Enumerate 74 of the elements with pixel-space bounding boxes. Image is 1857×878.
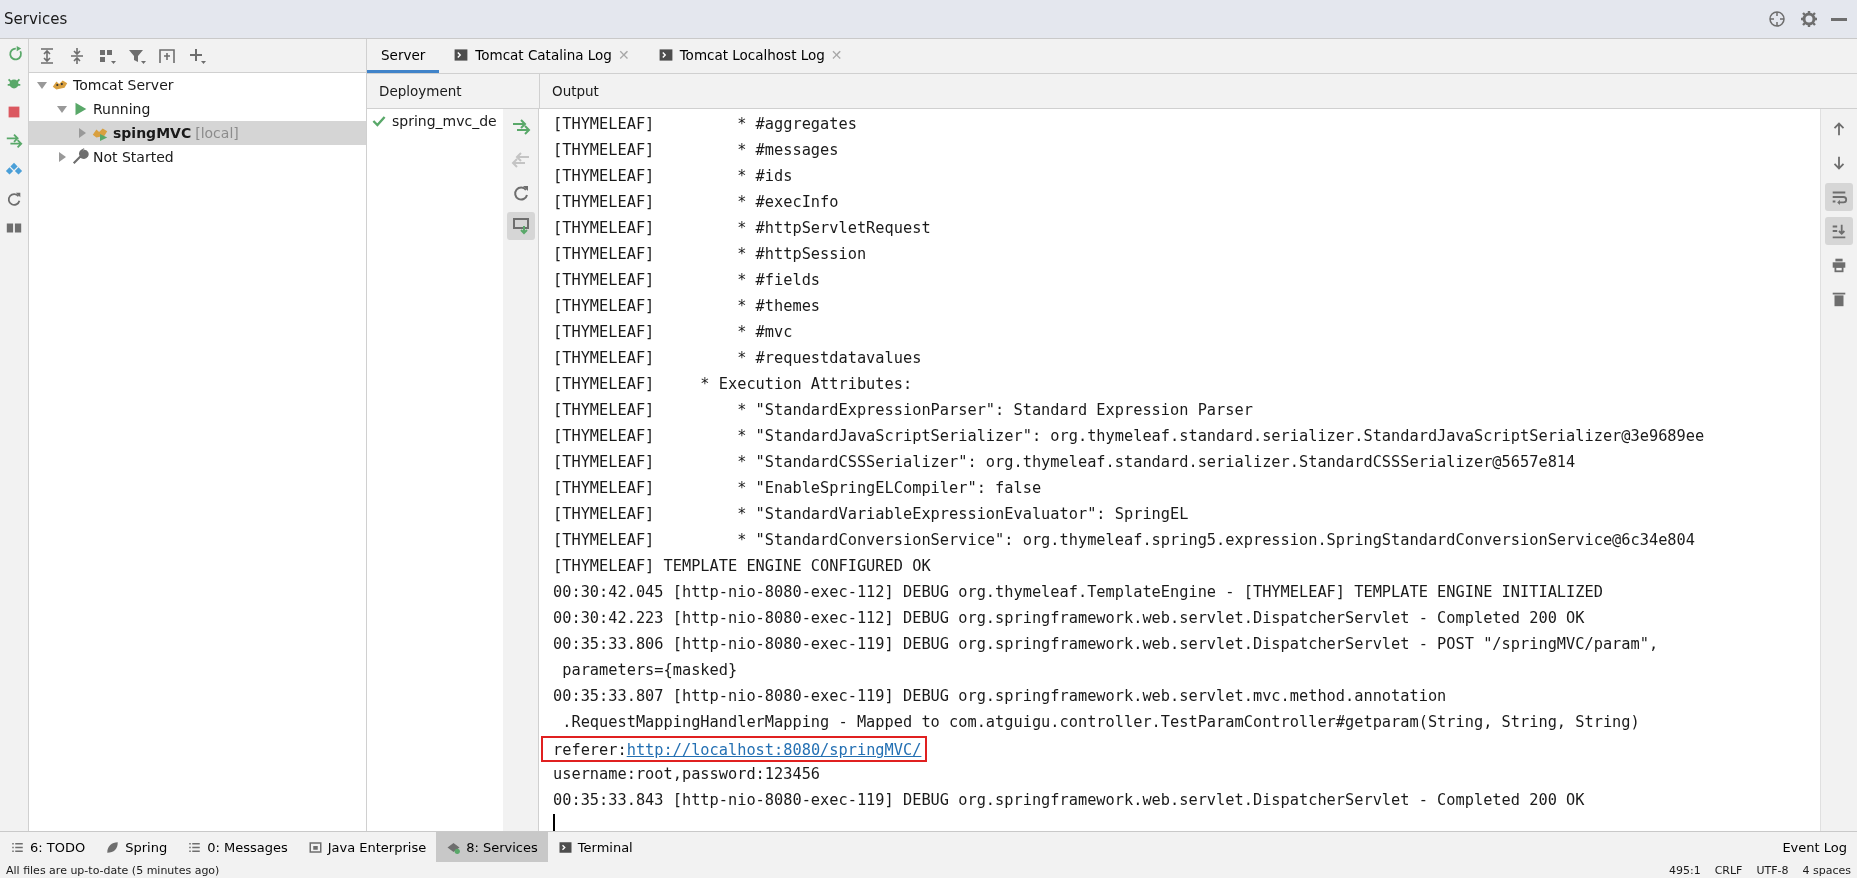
expand-arrow-icon[interactable] bbox=[37, 80, 47, 90]
window-arrow-icon bbox=[510, 216, 531, 236]
expand-arrow-icon[interactable] bbox=[57, 152, 67, 162]
log-line: 00:35:33.807 [http-nio-8080-exec-119] DEBUG org.springframework.web.servlet.mvc.method.annotation bbox=[553, 686, 1447, 707]
panel-title: Services bbox=[4, 10, 69, 28]
event-log-button[interactable]: Event Log bbox=[1772, 832, 1857, 862]
tab[interactable]: Tomcat Catalina Log ✕ bbox=[439, 39, 644, 73]
log-line: referer: bbox=[553, 740, 627, 760]
log-line: [THYMELEAF] * #httpSession bbox=[553, 244, 867, 265]
log-line: [THYMELEAF] * #requestdatavalues bbox=[553, 348, 922, 369]
tool-window-button[interactable]: 6: TODO bbox=[0, 832, 96, 862]
status-message: All files are up-to-date (5 minutes ago) bbox=[6, 863, 220, 877]
log-line: 00:35:33.806 [http-nio-8080-exec-119] DEBUG org.springframework.web.servlet.DispatcherServlet - POST "/springMVC/param", bbox=[553, 634, 1659, 655]
printer-icon bbox=[1830, 256, 1848, 274]
log-line: [THYMELEAF] * "StandardCSSSerializer": org.thymeleaf.standard.serializer.StandardCSSSerializer@5657e814 bbox=[553, 452, 1576, 473]
tool-window-button[interactable]: 8: Services bbox=[436, 832, 548, 862]
log-line: [THYMELEAF] * "StandardJavaScriptSerializer": org.thymeleaf.standard.serializer.StandardJavaScriptSerializer@3e9689ee bbox=[553, 426, 1705, 447]
tree-item[interactable]: Not Started bbox=[29, 145, 366, 169]
log-line: [THYMELEAF] * Execution Attributes: bbox=[553, 374, 913, 395]
log-line: [THYMELEAF] * #messages bbox=[553, 140, 839, 161]
toolbar-button[interactable] bbox=[1825, 183, 1853, 211]
tool-window-button[interactable]: Terminal bbox=[547, 832, 643, 862]
tree-item-tag: [local] bbox=[195, 125, 239, 141]
console-icon bbox=[657, 46, 674, 63]
log-line: [THYMELEAF] * "EnableSpringELCompiler": false bbox=[553, 478, 1042, 499]
tool-window-button[interactable]: Spring bbox=[95, 832, 178, 862]
log-line: [THYMELEAF] * #fields bbox=[553, 270, 821, 291]
wrench-icon bbox=[71, 148, 89, 166]
trash-icon bbox=[1830, 290, 1848, 308]
log-line: 00:30:42.223 [http-nio-8080-exec-112] DEBUG org.springframework.web.servlet.DispatcherServlet - Completed 200 OK bbox=[553, 608, 1585, 629]
column-header: Deployment bbox=[367, 74, 540, 108]
deployment-item[interactable]: spring_mvc_de bbox=[367, 111, 503, 131]
log-line: [THYMELEAF] * #httpServletRequest bbox=[553, 218, 931, 239]
cup-icon bbox=[307, 839, 323, 855]
status-item[interactable]: UTF-8 bbox=[1756, 863, 1789, 877]
target-icon bbox=[1767, 9, 1787, 29]
log-line: [THYMELEAF] * #themes bbox=[553, 296, 821, 317]
tool-window-button[interactable]: 0: Messages bbox=[177, 832, 298, 862]
leaf-icon bbox=[105, 839, 121, 855]
arrows-icon bbox=[510, 150, 531, 170]
log-line: 00:30:42.045 [http-nio-8080-exec-112] DEBUG org.thymeleaf.TemplateEngine - [THYMELEAF] TEMPLATE ENGINE INITIALIZED bbox=[553, 582, 1603, 603]
url-link[interactable]: http://localhost:8080/springMVC/ bbox=[626, 738, 922, 760]
console-icon bbox=[557, 839, 573, 855]
arrows-icon bbox=[510, 117, 531, 137]
log-line: [THYMELEAF] * #aggregates bbox=[553, 114, 857, 135]
log-line: [THYMELEAF] * #mvc bbox=[553, 322, 793, 343]
minimize-icon bbox=[1831, 17, 1847, 21]
column-header: Output bbox=[551, 82, 599, 101]
log-line: [THYMELEAF] * #ids bbox=[553, 166, 793, 187]
tool-window-button[interactable]: Java Enterprise bbox=[297, 832, 437, 862]
action-button[interactable] bbox=[506, 212, 535, 240]
status-item[interactable]: 4 spaces bbox=[1802, 863, 1851, 877]
toolbar-button[interactable] bbox=[1825, 217, 1853, 245]
tree-item[interactable]: Tomcat Server bbox=[29, 73, 366, 97]
log-line: parameters={masked} bbox=[561, 660, 738, 681]
log-line: [THYMELEAF] * #execInfo bbox=[553, 192, 839, 213]
scroll-end-icon bbox=[1830, 222, 1848, 240]
tree-item[interactable]: Running bbox=[29, 97, 366, 121]
log-line: username:root,password:123456 bbox=[553, 764, 821, 785]
log-line: [THYMELEAF] * "StandardConversionService": org.thymeleaf.spring5.expression.SpringStandardConversionService@6c34e804 bbox=[553, 530, 1695, 551]
console-icon bbox=[453, 46, 470, 63]
arrows-icon bbox=[5, 132, 23, 150]
status-item[interactable]: CRLF bbox=[1714, 863, 1743, 877]
tab[interactable]: Tomcat Localhost Log ✕ bbox=[643, 39, 857, 73]
log-line: .RequestMappingHandlerMapping - Mapped to com.atguigu.controller.TestParamController#getparam(String, String, String) bbox=[561, 712, 1640, 733]
log-line: [THYMELEAF] * "StandardVariableExpressionEvaluator": SpringEL bbox=[553, 504, 1189, 525]
tree-item[interactable]: spingMVC [local] bbox=[29, 121, 366, 145]
settings-icon bbox=[1799, 9, 1819, 29]
log-line: [THYMELEAF] * "StandardExpressionParser": Standard Expression Parser bbox=[553, 400, 1253, 421]
status-item[interactable]: 495:1 bbox=[1668, 863, 1701, 877]
log-line: 00:35:33.843 [http-nio-8080-exec-119] DEBUG org.springframework.web.servlet.DispatcherServlet - Completed 200 OK bbox=[553, 790, 1585, 811]
refresh-icon bbox=[5, 190, 23, 208]
expand-arrow-icon[interactable] bbox=[57, 104, 67, 114]
log-line: [THYMELEAF] TEMPLATE ENGINE CONFIGURED OK bbox=[553, 556, 931, 577]
